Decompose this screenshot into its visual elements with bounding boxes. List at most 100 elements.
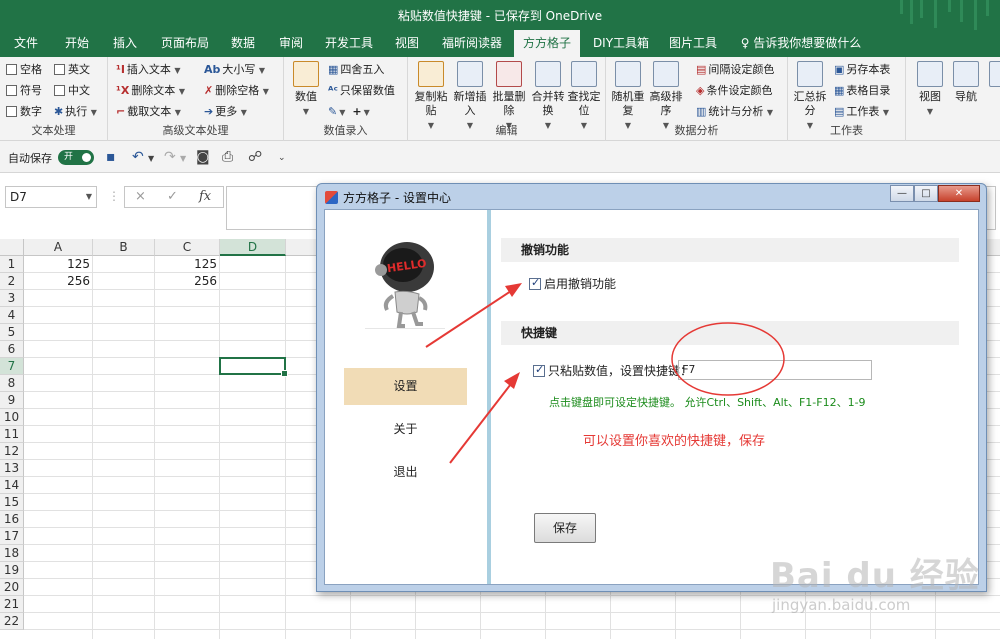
tab-diy-toolbox[interactable]: DIY工具箱: [588, 30, 654, 57]
close-icon[interactable]: ✕: [938, 185, 980, 202]
enter-icon[interactable]: ✓: [167, 189, 178, 204]
cell-c1[interactable]: 125: [155, 256, 220, 273]
save-sheet-as-button[interactable]: ▣ 另存本表: [834, 61, 890, 79]
chevron-down-icon[interactable]: ▼: [148, 154, 154, 163]
print-preview-icon[interactable]: ⎙: [222, 149, 233, 165]
hotkey-hint: 点击键盘即可设定快捷键。 允许Ctrl、Shift、Alt、F1-F12、1-9: [549, 396, 866, 409]
tab-foxit-reader[interactable]: 福昕阅读器: [436, 30, 508, 57]
symbol-option[interactable]: 符号: [6, 82, 42, 100]
save-icon[interactable]: ▪: [106, 149, 116, 165]
column-header[interactable]: D: [220, 239, 286, 256]
share-icon[interactable]: ☍: [248, 149, 262, 165]
cancel-icon[interactable]: ×: [135, 189, 146, 204]
tab-data[interactable]: 数据: [222, 30, 264, 57]
row-header[interactable]: 11: [0, 426, 24, 443]
tab-page-layout[interactable]: 页面布局: [154, 30, 216, 57]
nav-exit[interactable]: 退出: [344, 454, 467, 491]
more-button[interactable]: ➔ 更多 ▼: [204, 103, 247, 121]
chevron-down-icon[interactable]: ▼: [180, 154, 186, 163]
row-header[interactable]: 15: [0, 494, 24, 511]
column-header[interactable]: C: [155, 239, 220, 256]
select-all-corner[interactable]: [0, 239, 24, 256]
selected-cell[interactable]: [219, 357, 288, 377]
insert-function-icon[interactable]: fx: [199, 189, 211, 204]
row-header[interactable]: 10: [0, 409, 24, 426]
space-option[interactable]: 空格: [6, 61, 42, 79]
delete-text-button[interactable]: ¹X 删除文本 ▼: [116, 82, 185, 100]
tab-view[interactable]: 视图: [386, 30, 428, 57]
row-header[interactable]: 22: [0, 613, 24, 630]
insert-text-button[interactable]: ¹I 插入文本 ▼: [116, 61, 181, 79]
nav-about[interactable]: 关于: [344, 411, 467, 448]
extract-text-button[interactable]: ⌐ 截取文本 ▼: [116, 103, 181, 121]
row-header[interactable]: 21: [0, 596, 24, 613]
execute-button[interactable]: ✱ 执行 ▼: [54, 103, 97, 121]
tab-developer[interactable]: 开发工具: [320, 30, 378, 57]
interval-color-button[interactable]: ▤ 间隔设定颜色: [696, 61, 774, 79]
paste-values-hotkey-checkbox[interactable]: 只粘贴数值，设置快捷键：: [533, 362, 692, 379]
row-header[interactable]: 19: [0, 562, 24, 579]
navigation-button[interactable]: 导航: [946, 61, 986, 104]
round-button[interactable]: ▦ 四舍五入: [328, 61, 384, 79]
keep-numeric-button[interactable]: ᴬᶜ 只保留数值: [328, 82, 395, 100]
numeric-extra-button[interactable]: ✎ ▼ + ▼: [328, 103, 370, 121]
extract-text-icon: ⌐: [116, 105, 126, 118]
checkbox-icon: [54, 85, 65, 96]
tell-me-box[interactable]: ♀ 告诉我你想要做什么: [736, 30, 866, 57]
row-header[interactable]: 14: [0, 477, 24, 494]
chinese-option[interactable]: 中文: [54, 82, 90, 100]
view-button[interactable]: 视图 ▼: [910, 61, 950, 119]
row-header[interactable]: 16: [0, 511, 24, 528]
row-header[interactable]: 1: [0, 256, 24, 273]
gridline: [92, 256, 93, 639]
maximize-icon[interactable]: □: [914, 185, 938, 202]
english-option[interactable]: 英文: [54, 61, 90, 79]
cell-a2[interactable]: 256: [24, 273, 93, 290]
row-header[interactable]: 17: [0, 528, 24, 545]
checkbox-checked-icon: [533, 363, 545, 377]
tab-picture-tools[interactable]: 图片工具: [662, 30, 724, 57]
case-button[interactable]: Ab 大小写 ▼: [204, 61, 265, 79]
enable-undo-checkbox[interactable]: 启用撤销功能: [529, 275, 616, 292]
numeric-button[interactable]: 数值 ▼: [286, 61, 326, 119]
row-header[interactable]: 4: [0, 307, 24, 324]
case-label: 大小写: [222, 63, 256, 76]
worksheet-button[interactable]: ▤ 工作表 ▼: [834, 103, 889, 121]
condition-color-button[interactable]: ◈ 条件设定颜色: [696, 82, 772, 100]
row-header[interactable]: 5: [0, 324, 24, 341]
name-box[interactable]: D7 ▼: [5, 186, 97, 208]
row-header[interactable]: 12: [0, 443, 24, 460]
undo-icon[interactable]: ↶: [132, 149, 144, 165]
camera-icon[interactable]: ◙: [196, 149, 210, 165]
tab-home[interactable]: 开始: [55, 30, 99, 57]
row-header[interactable]: 9: [0, 392, 24, 409]
row-header[interactable]: 3: [0, 290, 24, 307]
save-button[interactable]: 保存: [534, 513, 596, 543]
row-header[interactable]: 7: [0, 358, 24, 375]
row-header[interactable]: 20: [0, 579, 24, 596]
tab-file[interactable]: 文件: [5, 30, 47, 57]
redo-icon[interactable]: ↷: [164, 149, 176, 165]
minimize-icon[interactable]: —: [890, 185, 914, 202]
remove-space-button[interactable]: ✗ 删除空格 ▼: [204, 82, 269, 100]
tab-insert[interactable]: 插入: [104, 30, 146, 57]
customize-icon[interactable]: ⌄: [278, 153, 286, 163]
statistics-button[interactable]: ▥ 统计与分析 ▼: [696, 103, 773, 121]
overflow-button[interactable]: [986, 61, 1000, 90]
table-toc-button[interactable]: ▦ 表格目录: [834, 82, 890, 100]
number-option[interactable]: 数字: [6, 103, 42, 121]
row-header[interactable]: 18: [0, 545, 24, 562]
nav-settings[interactable]: 设置: [344, 368, 467, 405]
tab-review[interactable]: 审阅: [270, 30, 312, 57]
tab-fangfang[interactable]: 方方格子: [514, 30, 580, 57]
hotkey-input[interactable]: F7: [678, 360, 872, 380]
row-header[interactable]: 2: [0, 273, 24, 290]
row-header[interactable]: 8: [0, 375, 24, 392]
cell-c2[interactable]: 256: [155, 273, 220, 290]
autosave-toggle[interactable]: 开: [58, 150, 94, 165]
cell-a1[interactable]: 125: [24, 256, 93, 273]
column-header[interactable]: B: [93, 239, 155, 256]
row-header[interactable]: 6: [0, 341, 24, 358]
row-header[interactable]: 13: [0, 460, 24, 477]
column-header[interactable]: A: [24, 239, 93, 256]
